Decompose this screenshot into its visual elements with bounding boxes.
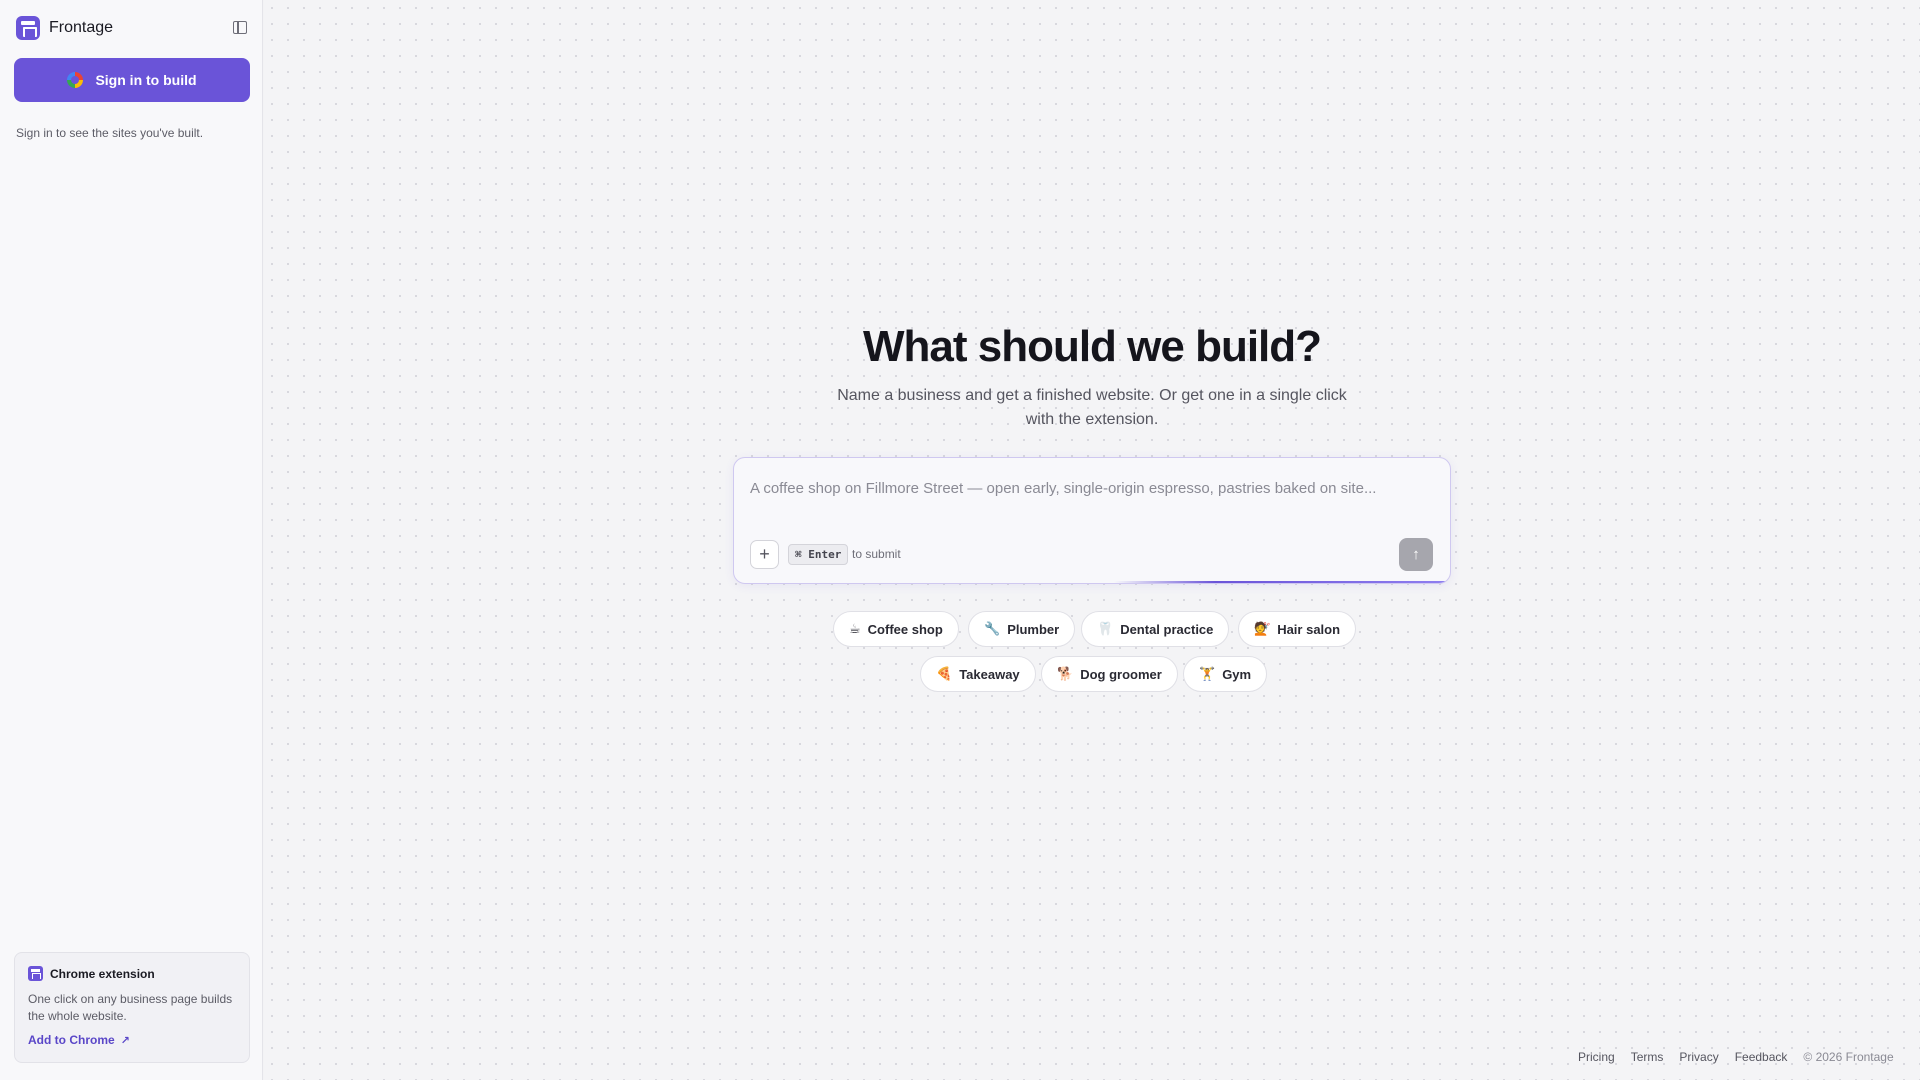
chip-label: Coffee shop (867, 621, 943, 637)
plus-icon: + (759, 544, 770, 564)
chip-label: Gym (1222, 666, 1252, 682)
chip-label: Dental practice (1120, 621, 1214, 637)
chip-label: Hair salon (1277, 621, 1341, 637)
prompt-box: + ⌘ Enter to submit ↑ (733, 457, 1451, 584)
add-to-chrome-label: Add to Chrome (28, 1033, 115, 1047)
suggestion-chip-dental-practice[interactable]: 🦷 Dental practice (1081, 611, 1230, 647)
add-attachment-button[interactable]: + (750, 540, 779, 569)
extension-logo-icon (28, 966, 43, 981)
sign-in-hint: Sign in to see the sites you've built. (16, 126, 204, 140)
footer-link-feedback[interactable]: Feedback (1735, 1050, 1788, 1064)
sign-in-button[interactable]: Sign in to build (14, 58, 250, 102)
brand[interactable]: Frontage (16, 16, 113, 40)
shortcut-badge: ⌘ Enter (788, 544, 849, 565)
weightlifter-icon: 🏋 (1199, 666, 1216, 682)
sign-in-button-label: Sign in to build (95, 72, 197, 88)
page-subtitle: Name a business and get a finished websi… (837, 387, 1347, 428)
main-canvas: What should we build? Name a business an… (264, 0, 1920, 1080)
sidebar: Frontage Sign in to build Sign in to see… (0, 0, 263, 1080)
suggestion-chip-coffee-shop[interactable]: ☕ Coffee shop (833, 611, 959, 647)
shortcut-hint: to submit (852, 547, 901, 561)
add-to-chrome-link[interactable]: Add to Chrome ↗ (28, 1033, 236, 1047)
arrow-up-icon: ↑ (1412, 546, 1420, 563)
extension-title: Chrome extension (50, 966, 155, 981)
chrome-extension-card: Chrome extension One click on any busine… (14, 952, 250, 1063)
dog-icon: 🐕 (1057, 666, 1074, 682)
chip-label: Dog groomer (1080, 666, 1162, 682)
haircut-icon: 💇 (1254, 621, 1271, 637)
chip-label: Plumber (1007, 621, 1060, 637)
frontage-logo-icon (16, 16, 40, 40)
tooth-icon: 🦷 (1097, 621, 1114, 637)
suggestion-chip-hair-salon[interactable]: 💇 Hair salon (1238, 611, 1357, 647)
extension-description: One click on any business page builds th… (28, 992, 233, 1023)
sidebar-toggle-icon[interactable] (233, 21, 247, 34)
brand-name: Frontage (49, 19, 114, 36)
google-icon (67, 72, 84, 88)
prompt-input[interactable] (750, 476, 1430, 500)
pizza-icon: 🍕 (936, 666, 953, 682)
suggestion-chip-dog-groomer[interactable]: 🐕 Dog groomer (1041, 656, 1178, 692)
suggestion-chip-gym[interactable]: 🏋 Gym (1183, 656, 1268, 692)
external-link-icon: ↗ (120, 1034, 130, 1047)
wrench-icon: 🔧 (984, 621, 1001, 637)
chip-label: Takeaway (959, 666, 1020, 682)
submit-button[interactable]: ↑ (1399, 538, 1433, 571)
page-title: What should we build? (862, 322, 1322, 371)
footer-copyright: © 2026 Frontage (1803, 1050, 1894, 1064)
footer-link-privacy[interactable]: Privacy (1679, 1050, 1718, 1064)
suggestion-chip-takeaway[interactable]: 🍕 Takeaway (920, 656, 1036, 692)
footer-link-pricing[interactable]: Pricing (1578, 1050, 1615, 1064)
footer-link-terms[interactable]: Terms (1631, 1050, 1664, 1064)
coffee-icon: ☕ (849, 621, 861, 637)
footer: Pricing Terms Privacy Feedback © 2026 Fr… (1578, 1050, 1894, 1064)
suggestion-chip-plumber[interactable]: 🔧 Plumber (968, 611, 1076, 647)
